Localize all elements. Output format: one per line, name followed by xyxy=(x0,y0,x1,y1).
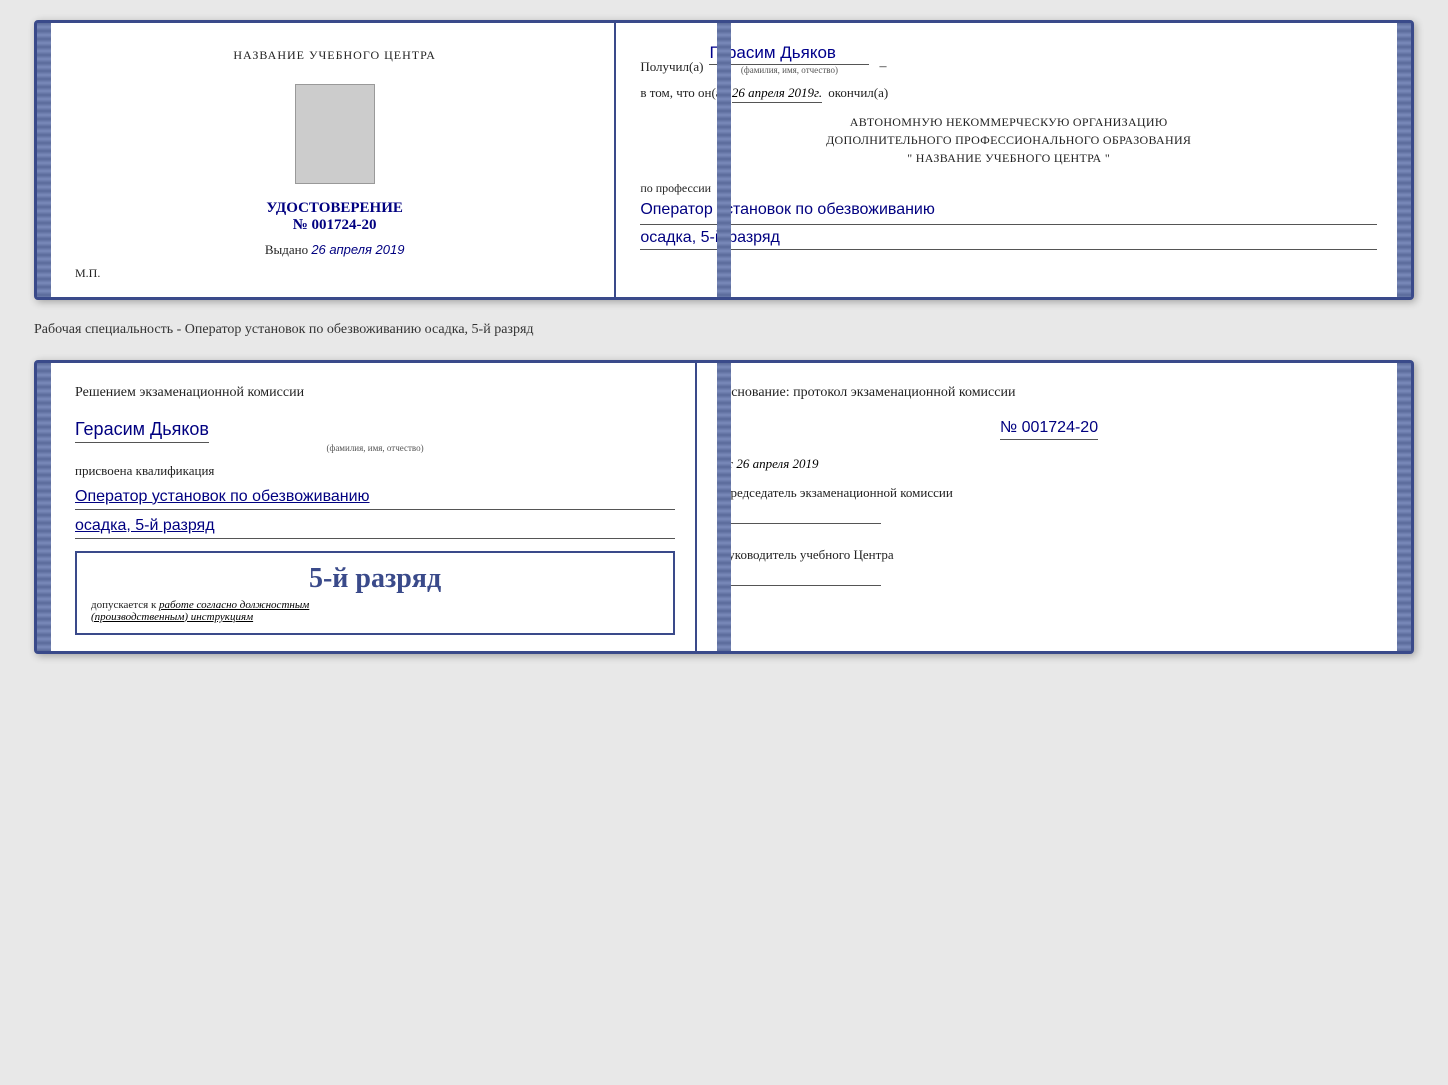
right-deco-2 xyxy=(1397,363,1411,651)
issued-prefix: Выдано xyxy=(265,242,308,257)
doc1-spine xyxy=(717,23,731,297)
doc1-inner: НАЗВАНИЕ УЧЕБНОГО ЦЕНТРА УДОСТОВЕРЕНИЕ №… xyxy=(51,23,1397,297)
date-from-line: от 26 апреля 2019 xyxy=(721,456,1377,472)
org-line2: ДОПОЛНИТЕЛЬНОГО ПРОФЕССИОНАЛЬНОГО ОБРАЗО… xyxy=(640,131,1377,149)
date-value: 26 апреля 2019 xyxy=(736,456,818,471)
person-hint: (фамилия, имя, отчество) xyxy=(75,443,675,453)
qual-line2: осадка, 5-й разряд xyxy=(75,514,675,539)
document-card-1: НАЗВАНИЕ УЧЕБНОГО ЦЕНТРА УДОСТОВЕРЕНИЕ №… xyxy=(34,20,1414,300)
assigned-label: присвоена квалификация xyxy=(75,463,675,479)
doc2-left: Решением экзаменационной комиссии Гераси… xyxy=(51,363,697,651)
cert-label-line: УДОСТОВЕРЕНИЕ № 001724-20 xyxy=(266,200,403,234)
issued-date: 26 апреля 2019 xyxy=(311,242,404,257)
profession-value: Оператор установок по обезвоживанию xyxy=(640,198,1377,225)
right-deco-1 xyxy=(1397,23,1411,297)
org-line3: " НАЗВАНИЕ УЧЕБНОГО ЦЕНТРА " xyxy=(640,149,1377,167)
completion-suffix: окончил(а) xyxy=(828,85,888,101)
separator-label: Рабочая специальность - Оператор установ… xyxy=(34,318,1414,342)
profession-label: по профессии xyxy=(640,181,1377,196)
recipient-hint: (фамилия, имя, отчество) xyxy=(741,65,838,75)
commission-title: Решением экзаменационной комиссии xyxy=(75,383,675,403)
photo-placeholder xyxy=(295,84,375,184)
head-label: Руководитель учебного Центра xyxy=(721,546,1377,564)
chairman-label: Председатель экзаменационной комиссии xyxy=(721,484,1377,502)
doc2-right: Основание: протокол экзаменационной коми… xyxy=(697,363,1397,651)
chairman-block: Председатель экзаменационной комиссии xyxy=(721,484,1377,526)
profession-block: по профессии Оператор установок по обезв… xyxy=(640,177,1377,250)
received-prefix: Получил(а) xyxy=(640,59,703,75)
completion-date: 26 апреля 2019г. xyxy=(732,85,822,103)
doc2-spine xyxy=(717,363,731,651)
cert-number: № 001724-20 xyxy=(293,217,377,233)
stamp-box: 5-й разряд допускается к работе согласно… xyxy=(75,551,675,635)
document-card-2: Решением экзаменационной комиссии Гераси… xyxy=(34,360,1414,654)
allowed-value: работе согласно должностным xyxy=(159,599,309,611)
head-signature-line xyxy=(721,570,881,586)
recipient-name: Герасим Дьяков xyxy=(709,43,869,65)
stamp-allowed: допускается к работе согласно должностны… xyxy=(91,599,659,611)
qual-line1: Оператор установок по обезвоживанию xyxy=(75,485,675,510)
protocol-number: № 001724-20 xyxy=(1000,419,1098,440)
org-line1: АВТОНОМНУЮ НЕКОММЕРЧЕСКУЮ ОРГАНИЗАЦИЮ xyxy=(640,113,1377,131)
qual-block: Оператор установок по обезвоживанию осад… xyxy=(75,485,675,539)
left-deco-2 xyxy=(37,363,51,651)
head-block: Руководитель учебного Центра xyxy=(721,538,1377,588)
doc1-school-name: НАЗВАНИЕ УЧЕБНОГО ЦЕНТРА xyxy=(233,47,436,64)
rank-value: осадка, 5-й разряд xyxy=(640,229,1377,250)
person-name-block: Герасим Дьяков (фамилия, имя, отчество) xyxy=(75,415,675,453)
mp-label: М.П. xyxy=(75,266,100,281)
doc1-left: НАЗВАНИЕ УЧЕБНОГО ЦЕНТРА УДОСТОВЕРЕНИЕ №… xyxy=(51,23,616,297)
stamp-rank: 5-й разряд xyxy=(91,563,659,595)
issued-line: Выдано 26 апреля 2019 xyxy=(265,242,405,258)
page-wrapper: НАЗВАНИЕ УЧЕБНОГО ЦЕНТРА УДОСТОВЕРЕНИЕ №… xyxy=(34,20,1414,654)
allowed-prefix: допускается к xyxy=(91,599,156,611)
chairman-signature-line xyxy=(721,508,881,524)
basis-title: Основание: протокол экзаменационной коми… xyxy=(721,383,1377,403)
org-block: АВТОНОМНУЮ НЕКОММЕРЧЕСКУЮ ОРГАНИЗАЦИЮ ДО… xyxy=(640,113,1377,167)
doc2-inner: Решением экзаменационной комиссии Гераси… xyxy=(51,363,1397,651)
left-deco-1 xyxy=(37,23,51,297)
completion-prefix: в том, что он(а) xyxy=(640,85,726,101)
completion-line: в том, что он(а) 26 апреля 2019г. окончи… xyxy=(640,85,1377,103)
doc1-right: Получил(а) Герасим Дьяков (фамилия, имя,… xyxy=(616,23,1397,297)
dash: – xyxy=(879,59,886,75)
recipient-line: Получил(а) Герасим Дьяков (фамилия, имя,… xyxy=(640,43,1377,75)
person-name: Герасим Дьяков xyxy=(75,419,209,443)
cert-label: УДОСТОВЕРЕНИЕ xyxy=(266,200,403,216)
allowed-value2: (производственным) инструкциям xyxy=(91,611,659,623)
